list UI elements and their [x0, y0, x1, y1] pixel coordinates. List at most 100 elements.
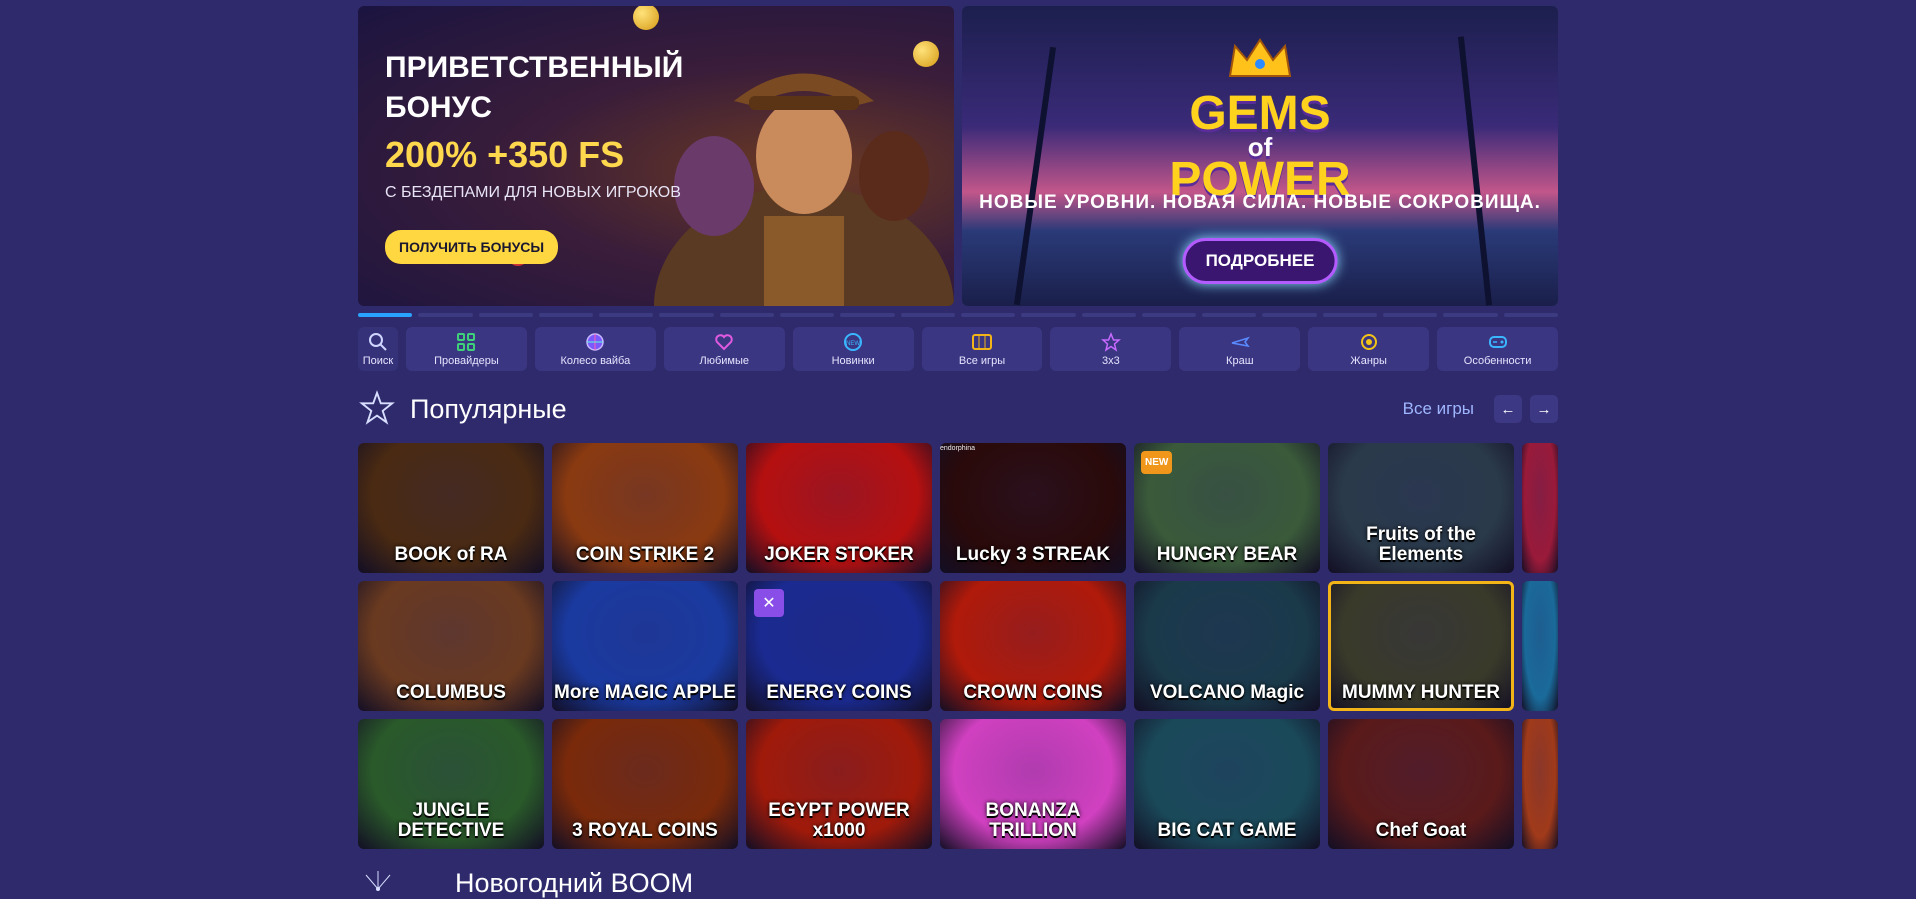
carousel-dot[interactable]: [1322, 313, 1378, 317]
carousel-dot[interactable]: [418, 313, 473, 317]
game-tile[interactable]: BONANZA TRILLION: [940, 719, 1126, 849]
genre-icon: [1360, 333, 1377, 350]
nav-search[interactable]: Поиск: [358, 327, 398, 371]
nav-genres-label: Жанры: [1350, 354, 1387, 367]
game-tile[interactable]: Fruits of the Elements: [1328, 443, 1514, 573]
game-title: Chef Goat: [1375, 820, 1467, 841]
game-tile[interactable]: [1522, 581, 1558, 711]
nav-3x3-label: 3x3: [1102, 354, 1120, 367]
game-title: JOKER STOKER: [764, 544, 914, 565]
nav-features-label: Особенности: [1463, 354, 1532, 367]
carousel-dot[interactable]: [1202, 313, 1257, 317]
game-tile[interactable]: JUNGLE DETECTIVE: [358, 719, 544, 849]
adventurer-illustration: [654, 73, 954, 306]
game-title: Lucky 3 STREAK: [955, 544, 1111, 565]
nav-new[interactable]: NEW Новинки: [792, 327, 914, 371]
carousel-dot[interactable]: [538, 313, 594, 317]
welcome-subtitle: С БЕЗДЕПАМИ ДЛЯ НОВЫХ ИГРОКОВ: [385, 184, 681, 201]
firework-icon: [365, 870, 391, 891]
plane-icon: [1231, 336, 1250, 347]
promo-banners: ПРИВЕТСТВЕННЫЙ БОНУС 200% +350 FS С БЕЗД…: [358, 6, 1558, 306]
game-tile[interactable]: EGYPT POWER x1000: [746, 719, 932, 849]
carousel-dot[interactable]: [900, 313, 955, 317]
game-tile[interactable]: 3 ROYAL COINS: [552, 719, 738, 849]
all-games-link[interactable]: Все игры: [1403, 399, 1474, 419]
nav-features[interactable]: Особенности: [1437, 327, 1559, 371]
gems-of-power-banner[interactable]: GEMS of POWER НОВЫЕ УРОВНИ. НОВАЯ СИЛА. …: [962, 6, 1558, 306]
carousel-dot[interactable]: [478, 313, 533, 317]
game-title: More MAGIC APPLE: [554, 682, 736, 703]
star-icon: [1100, 331, 1121, 352]
game-tile[interactable]: [1522, 719, 1558, 849]
game-tile[interactable]: COIN STRIKE 2: [552, 443, 738, 573]
welcome-highlight: 200% +350 FS: [385, 134, 625, 175]
carousel-dot[interactable]: [719, 313, 775, 317]
carousel-dot[interactable]: [659, 313, 714, 317]
carousel-dot[interactable]: [960, 313, 1016, 317]
prev-arrow-button[interactable]: ←: [1494, 395, 1522, 423]
game-tile[interactable]: BIG CAT GAME: [1134, 719, 1320, 849]
nav-all-games[interactable]: Все игры: [921, 327, 1043, 371]
game-tile[interactable]: [1522, 443, 1558, 573]
game-tile[interactable]: BOOK of RA: [358, 443, 544, 573]
main-content: ПРИВЕТСТВЕННЫЙ БОНУС 200% +350 FS С БЕЗД…: [358, 6, 1559, 849]
nav-crash[interactable]: Краш: [1179, 327, 1301, 371]
game-title: Fruits of the Elements: [1366, 524, 1476, 565]
carousel-dot[interactable]: [1021, 313, 1076, 317]
carousel-dot[interactable]: [1443, 313, 1498, 317]
carousel-pagination: [358, 313, 1558, 317]
game-title: ENERGY COINS: [766, 682, 912, 703]
nav-vibe-wheel[interactable]: Колесо вайба: [534, 327, 656, 371]
game-title: COIN STRIKE 2: [575, 544, 715, 565]
next-section-title: Новогодний BOOM: [455, 868, 694, 898]
get-bonuses-button[interactable]: ПОЛУЧИТЬ БОНУСЫ: [385, 230, 559, 264]
nav-favorites[interactable]: Любимые: [663, 327, 785, 371]
nav-providers[interactable]: Провайдеры: [406, 327, 527, 371]
game-tile[interactable]: MUMMY HUNTER: [1328, 581, 1514, 711]
welcome-title-2: БОНУС: [385, 91, 492, 124]
welcome-title-1: ПРИВЕТСТВЕННЫЙ: [385, 51, 684, 84]
game-title: BIG CAT GAME: [1157, 820, 1297, 841]
carousel-dot[interactable]: [780, 313, 835, 317]
game-tile[interactable]: NEW HUNGRY BEAR: [1134, 443, 1320, 573]
game-tile[interactable]: JOKER STOKER: [746, 443, 932, 573]
game-title: BOOK of RA: [394, 544, 508, 565]
sparkle-star-icon: [359, 390, 395, 425]
gems-logo-line1: GEMS: [1189, 87, 1331, 140]
new-badge: NEW: [1141, 451, 1173, 474]
nav-new-label: Новинки: [831, 354, 875, 367]
gems-logo: GEMS of POWER: [962, 87, 1558, 204]
svg-text:NEW: NEW: [846, 341, 860, 347]
game-title: HUNGRY BEAR: [1156, 544, 1298, 565]
next-arrow-button[interactable]: →: [1530, 395, 1558, 423]
details-button[interactable]: ПОДРОБНЕЕ: [1182, 238, 1338, 284]
game-title: JUNGLE DETECTIVE: [397, 800, 505, 841]
nav-genres[interactable]: Жанры: [1308, 327, 1430, 371]
game-tile[interactable]: More MAGIC APPLE: [552, 581, 738, 711]
heart-icon: [715, 333, 733, 350]
nav-3x3[interactable]: 3x3: [1050, 327, 1172, 371]
coin-decoration: [913, 41, 939, 67]
welcome-text: ПРИВЕТСТВЕННЫЙ БОНУС 200% +350 FS С БЕЗД…: [385, 48, 683, 264]
welcome-bonus-banner[interactable]: ПРИВЕТСТВЕННЫЙ БОНУС 200% +350 FS С БЕЗД…: [358, 6, 954, 306]
games-grid: BOOK of RA COIN STRIKE 2 JOKER STOKER endor…: [358, 443, 1558, 849]
carousel-dot[interactable]: [840, 313, 895, 317]
carousel-dot[interactable]: [1503, 313, 1558, 317]
carousel-dot[interactable]: [599, 313, 654, 317]
nav-providers-label: Провайдеры: [434, 354, 499, 367]
game-tile[interactable]: endorphina Lucky 3 STREAK: [940, 443, 1126, 573]
carousel-dot[interactable]: [1141, 313, 1197, 317]
carousel-dot[interactable]: [358, 313, 413, 317]
game-tile[interactable]: VOLCANO Magic: [1134, 581, 1320, 711]
game-tile[interactable]: Chef Goat: [1328, 719, 1514, 849]
grid-icon: [457, 332, 476, 351]
game-tile[interactable]: CROWN COINS: [940, 581, 1126, 711]
carousel-dot[interactable]: [1081, 313, 1136, 317]
carousel-dot[interactable]: [1383, 313, 1438, 317]
carousel-dot[interactable]: [1262, 313, 1317, 317]
game-title: VOLCANO Magic: [1149, 682, 1305, 703]
game-title: COLUMBUS: [396, 682, 506, 703]
game-tile[interactable]: ✕ ENERGY COINS: [746, 581, 932, 711]
nav-search-label: Поиск: [362, 354, 394, 367]
game-tile[interactable]: COLUMBUS: [358, 581, 544, 711]
